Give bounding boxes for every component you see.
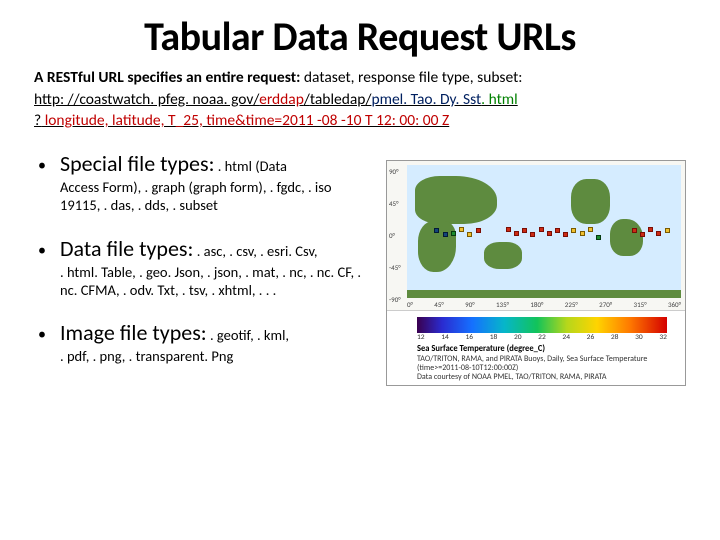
world-map-plot: 90° 45° 0° -45° -90° — [387, 161, 685, 311]
buoy-markers — [407, 165, 681, 298]
bullet-list: Special file types: . html (Data Access … — [34, 152, 372, 365]
colorbar — [417, 317, 667, 333]
example-url-line1: http: //coastwatch. pfeg. noaa. gov/erdd… — [34, 90, 686, 109]
example-output-figure: 90° 45° 0° -45° -90° — [386, 160, 686, 385]
bullet-data-file-types: Data file types: . asc, . csv, . esri. C… — [34, 237, 372, 299]
bullet-image-file-types: Image file types: . geotif, . kml, . pdf… — [34, 321, 372, 365]
bullet-special-file-types: Special file types: . html (Data Access … — [34, 152, 372, 214]
figure-caption: Sea Surface Temperature (degree_C) TAO/T… — [417, 345, 679, 382]
example-url-line2: ? longitude, latitude, T_25, time&time=2… — [34, 111, 686, 130]
slide-title: Tabular Data Request URLs — [34, 12, 686, 61]
lede-line: A RESTful URL specifies an entire reques… — [34, 69, 686, 88]
colorbar-ticks: 12 14 16 18 20 22 24 26 28 30 32 — [417, 333, 667, 342]
